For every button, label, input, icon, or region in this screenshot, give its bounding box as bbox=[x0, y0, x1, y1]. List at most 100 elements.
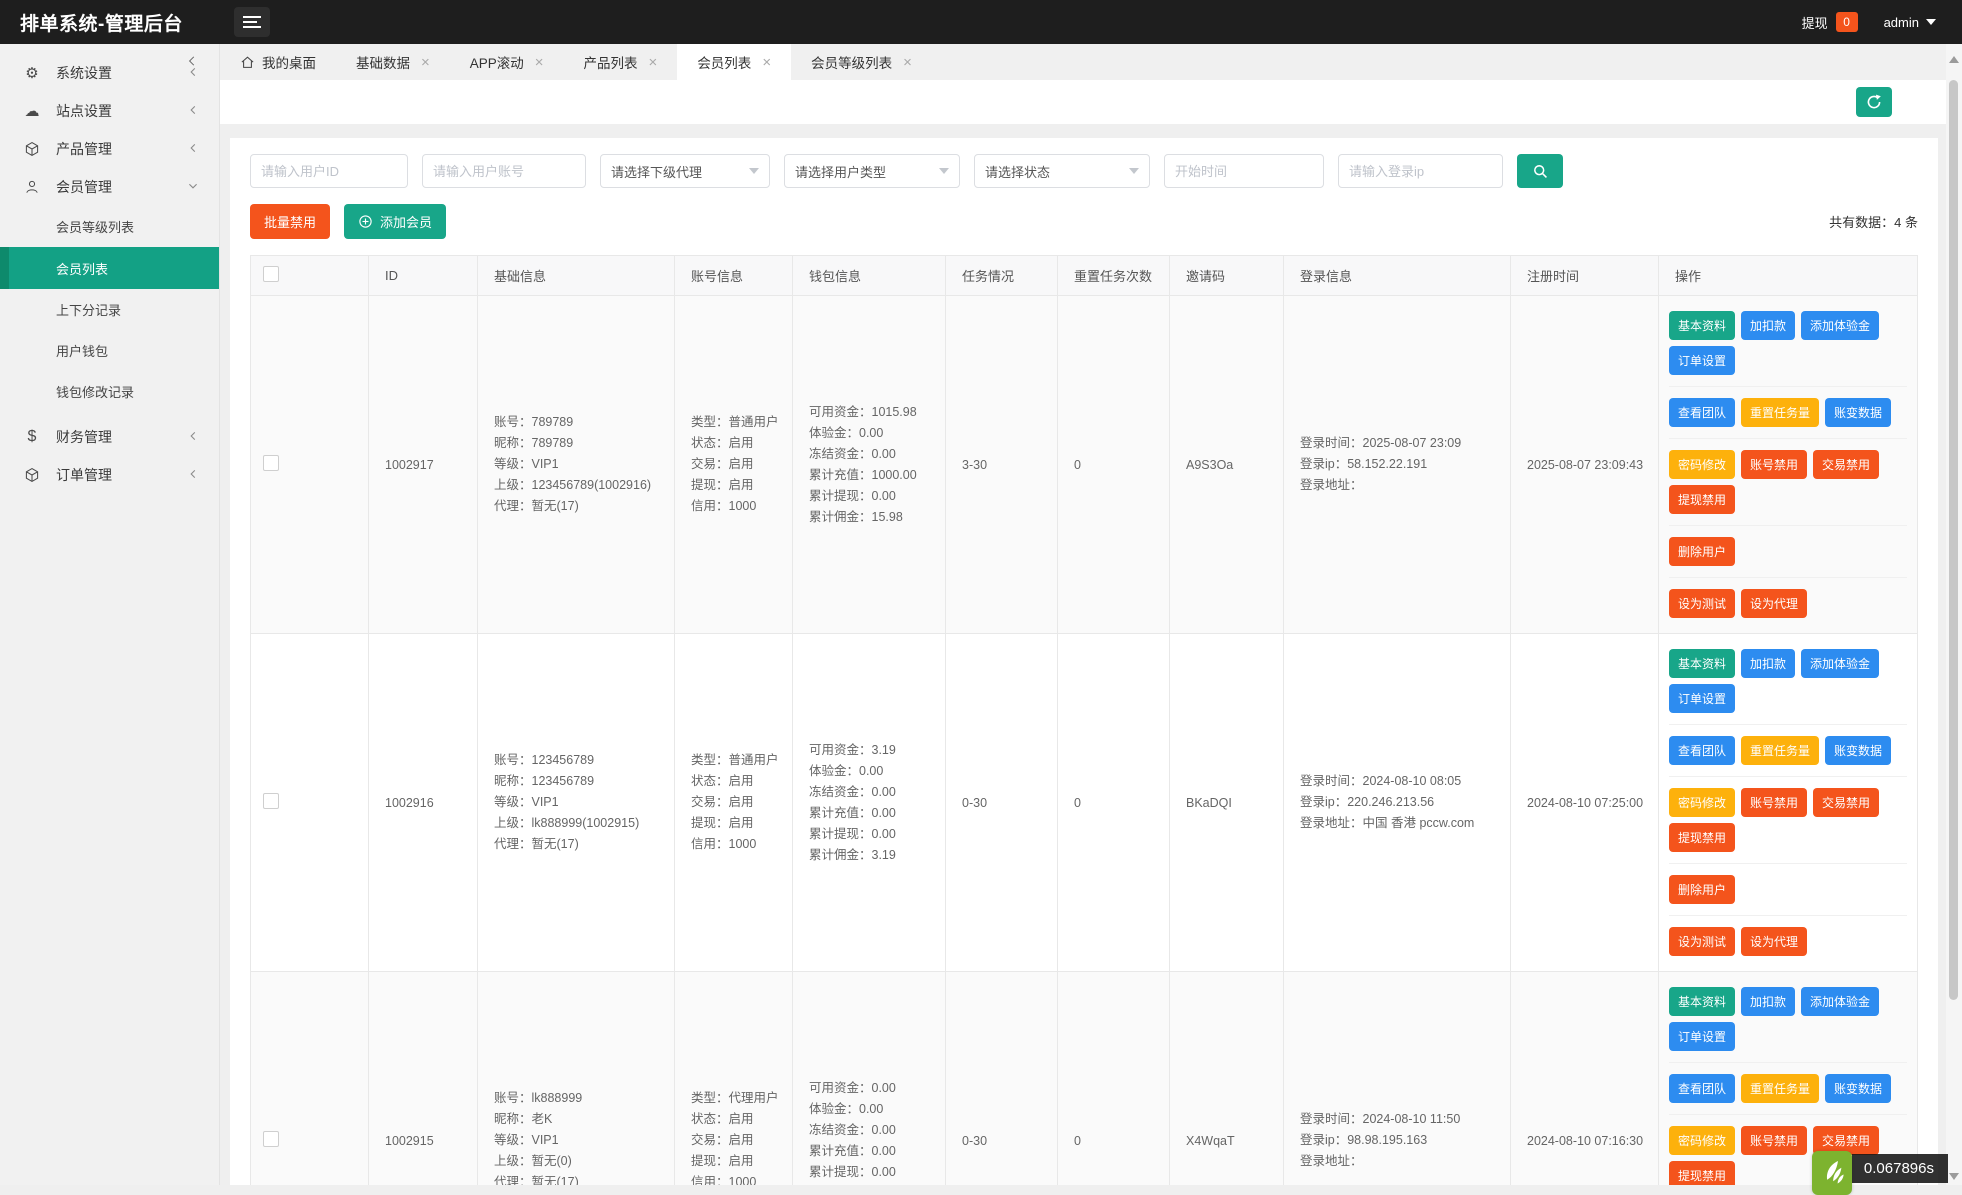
row-checkbox[interactable] bbox=[263, 793, 279, 809]
op-button[interactable]: 加扣款 bbox=[1741, 311, 1795, 340]
op-button[interactable]: 交易禁用 bbox=[1813, 450, 1879, 479]
user-menu[interactable]: admin bbox=[1884, 15, 1936, 30]
user-account-input[interactable] bbox=[422, 154, 586, 188]
sidebar-item-finance-management[interactable]: $ 财务管理 bbox=[0, 418, 219, 456]
tab-member-list[interactable]: 会员列表 × bbox=[677, 44, 791, 80]
op-button[interactable]: 密码修改 bbox=[1669, 788, 1735, 817]
start-time-input[interactable] bbox=[1164, 154, 1324, 188]
sidebar-item-member-management[interactable]: 会员管理 bbox=[0, 168, 219, 206]
op-button[interactable]: 加扣款 bbox=[1741, 987, 1795, 1016]
op-button[interactable]: 账号禁用 bbox=[1741, 450, 1807, 479]
tab-app-scroll[interactable]: APP滚动 × bbox=[450, 44, 564, 80]
op-button[interactable]: 加扣款 bbox=[1741, 649, 1795, 678]
op-button[interactable]: 账号禁用 bbox=[1741, 788, 1807, 817]
op-button[interactable]: 查看团队 bbox=[1669, 736, 1735, 765]
op-button[interactable]: 基本资料 bbox=[1669, 987, 1735, 1016]
op-button[interactable]: 基本资料 bbox=[1669, 311, 1735, 340]
op-button[interactable]: 订单设置 bbox=[1669, 684, 1735, 713]
wallet-info-line: 可用资金：0.00 bbox=[809, 1078, 937, 1099]
tab-product-list[interactable]: 产品列表 × bbox=[564, 44, 678, 80]
agent-select[interactable]: 请选择下级代理 bbox=[600, 154, 770, 188]
tab-member-level-list[interactable]: 会员等级列表 × bbox=[791, 44, 932, 80]
op-button[interactable]: 查看团队 bbox=[1669, 1074, 1735, 1103]
op-button[interactable]: 账变数据 bbox=[1825, 1074, 1891, 1103]
login-info-line: 登录ip：220.246.213.56 bbox=[1300, 792, 1502, 813]
op-button[interactable]: 订单设置 bbox=[1669, 346, 1735, 375]
op-button[interactable]: 设为测试 bbox=[1669, 927, 1735, 956]
sidebar-item-member-level-list[interactable]: 会员等级列表 bbox=[0, 206, 219, 247]
wallet-info-line: 累计充值：0.00 bbox=[809, 1141, 937, 1162]
base-info-line: 等级：VIP1 bbox=[494, 454, 666, 475]
op-button[interactable]: 交易禁用 bbox=[1813, 788, 1879, 817]
op-button[interactable]: 设为代理 bbox=[1741, 927, 1807, 956]
op-button[interactable]: 账变数据 bbox=[1825, 398, 1891, 427]
sidebar-item-user-wallet[interactable]: 用户钱包 bbox=[0, 330, 219, 371]
sidebar-item-member-list[interactable]: 会员列表 bbox=[0, 247, 219, 289]
column-header-operations: 操作 bbox=[1659, 256, 1918, 296]
op-button[interactable]: 重置任务量 bbox=[1741, 736, 1819, 765]
operations-group: 删除用户 bbox=[1669, 864, 1907, 916]
sidebar-toggle-button[interactable] bbox=[234, 7, 270, 37]
op-button[interactable]: 查看团队 bbox=[1669, 398, 1735, 427]
tabs-scroll-left-icon[interactable] bbox=[186, 54, 198, 73]
close-icon[interactable]: × bbox=[903, 55, 912, 70]
close-icon[interactable]: × bbox=[649, 55, 658, 70]
sidebar-item-product-management[interactable]: 产品管理 bbox=[0, 130, 219, 168]
op-button[interactable]: 添加体验金 bbox=[1801, 987, 1879, 1016]
batch-disable-button[interactable]: 批量禁用 bbox=[250, 204, 330, 239]
op-button[interactable]: 密码修改 bbox=[1669, 1126, 1735, 1155]
op-button[interactable]: 添加体验金 bbox=[1801, 311, 1879, 340]
status-select[interactable]: 请选择状态 bbox=[974, 154, 1150, 188]
plus-circle-icon bbox=[358, 214, 373, 229]
account-info-line: 状态：启用 bbox=[691, 771, 784, 792]
op-button[interactable]: 提现禁用 bbox=[1669, 1161, 1735, 1185]
base-info-line: 昵称：老K bbox=[494, 1109, 666, 1130]
user-type-select[interactable]: 请选择用户类型 bbox=[784, 154, 960, 188]
op-button[interactable]: 密码修改 bbox=[1669, 450, 1735, 479]
op-button[interactable]: 删除用户 bbox=[1669, 875, 1735, 904]
scroll-up-icon[interactable] bbox=[1949, 56, 1959, 63]
login-ip-input[interactable] bbox=[1338, 154, 1503, 188]
scroll-down-icon[interactable] bbox=[1949, 1173, 1959, 1180]
op-button[interactable]: 账号禁用 bbox=[1741, 1126, 1807, 1155]
row-checkbox[interactable] bbox=[263, 1131, 279, 1147]
actions-row: 批量禁用 添加会员 共有数据：4 条 bbox=[250, 204, 1918, 239]
close-icon[interactable]: × bbox=[762, 55, 771, 70]
op-button[interactable]: 重置任务量 bbox=[1741, 1074, 1819, 1103]
op-button[interactable]: 重置任务量 bbox=[1741, 398, 1819, 427]
search-button[interactable] bbox=[1517, 154, 1563, 188]
op-button[interactable]: 订单设置 bbox=[1669, 1022, 1735, 1051]
row-checkbox[interactable] bbox=[263, 455, 279, 471]
login-info-line: 登录时间：2024-08-10 08:05 bbox=[1300, 771, 1502, 792]
select-all-checkbox[interactable] bbox=[263, 266, 279, 282]
op-button[interactable]: 设为代理 bbox=[1741, 589, 1807, 618]
user-id-input[interactable] bbox=[250, 154, 408, 188]
table-row: 1002916 账号：123456789昵称：123456789等级：VIP1上… bbox=[251, 634, 1918, 972]
close-icon[interactable]: × bbox=[535, 55, 544, 70]
op-button[interactable]: 删除用户 bbox=[1669, 537, 1735, 566]
op-button[interactable]: 提现禁用 bbox=[1669, 485, 1735, 514]
op-button[interactable]: 基本资料 bbox=[1669, 649, 1735, 678]
sidebar-item-order-management[interactable]: 订单管理 bbox=[0, 456, 219, 494]
vertical-scrollbar[interactable] bbox=[1946, 44, 1962, 1185]
tab-my-desktop[interactable]: 我的桌面 bbox=[220, 44, 336, 80]
column-header-register-time: 注册时间 bbox=[1511, 256, 1659, 296]
op-button[interactable]: 添加体验金 bbox=[1801, 649, 1879, 678]
sidebar-item-wallet-change-records[interactable]: 钱包修改记录 bbox=[0, 371, 219, 412]
sidebar-item-score-records[interactable]: 上下分记录 bbox=[0, 289, 219, 330]
refresh-button[interactable] bbox=[1856, 87, 1892, 117]
login-info-cell: 登录时间：2025-08-07 23:09登录ip：58.152.22.191登… bbox=[1284, 296, 1511, 634]
tab-basic-data[interactable]: 基础数据 × bbox=[336, 44, 450, 80]
column-header-task-status: 任务情况 bbox=[946, 256, 1058, 296]
login-info-line: 登录ip：98.98.195.163 bbox=[1300, 1130, 1502, 1151]
close-icon[interactable]: × bbox=[421, 55, 430, 70]
add-member-button[interactable]: 添加会员 bbox=[344, 204, 446, 239]
login-info-line: 登录ip：58.152.22.191 bbox=[1300, 454, 1502, 475]
wallet-info-line: 冻结资金：0.00 bbox=[809, 782, 937, 803]
sidebar-item-site-settings[interactable]: ☁ 站点设置 bbox=[0, 92, 219, 130]
scrollbar-thumb[interactable] bbox=[1949, 80, 1958, 1000]
op-button[interactable]: 提现禁用 bbox=[1669, 823, 1735, 852]
op-button[interactable]: 账变数据 bbox=[1825, 736, 1891, 765]
op-button[interactable]: 设为测试 bbox=[1669, 589, 1735, 618]
withdraw-menu[interactable]: 提现 0 bbox=[1802, 12, 1858, 32]
